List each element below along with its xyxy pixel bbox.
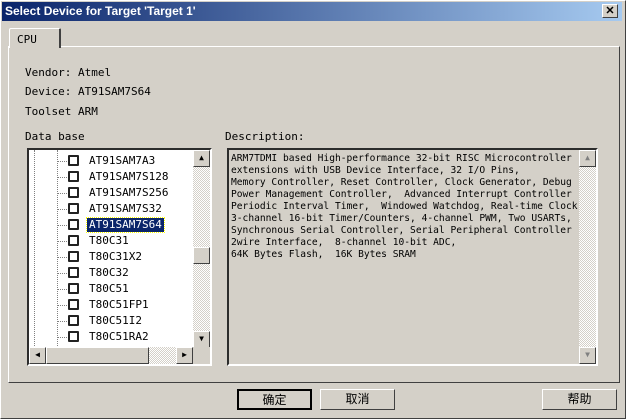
tab-cpu[interactable]: CPU [9, 28, 61, 48]
tree-item-label: T80C51RA2 [89, 330, 149, 343]
description-text: ARM7TDMI based High-performance 32-bit R… [231, 153, 578, 260]
tree-item[interactable]: T80C51I2 [29, 313, 199, 329]
chip-icon [68, 235, 79, 246]
tree-item-label: T80C32 [89, 266, 129, 279]
tree-item[interactable]: T80C51RA2 [29, 329, 199, 345]
help-button[interactable]: 帮助 [542, 389, 617, 410]
title-bar: Select Device for Target 'Target 1' ✕ [2, 2, 622, 21]
chip-icon [68, 299, 79, 310]
tree-item[interactable]: T80C32 [29, 265, 199, 281]
scroll-corner [193, 347, 210, 364]
scroll-thumb[interactable] [46, 347, 149, 364]
tree-item-label: AT91SAM7S256 [89, 186, 169, 199]
tree-item[interactable]: T80C31 [29, 233, 199, 249]
tree-item-label: T80C51I2 [89, 314, 142, 327]
tree-connector [57, 241, 67, 242]
tree-item[interactable]: T80C31X2 [29, 249, 199, 265]
description-box[interactable]: ARM7TDMI based High-performance 32-bit R… [227, 148, 598, 366]
tree-connector [57, 209, 67, 210]
tree-connector [57, 337, 67, 338]
toolset-label: Toolset [25, 105, 72, 118]
tree-connector [57, 321, 67, 322]
scroll-left-icon[interactable]: ◀ [29, 347, 46, 364]
tree-connector [57, 161, 67, 162]
cancel-button[interactable]: 取消 [320, 389, 395, 410]
tab-label: CPU [17, 33, 37, 46]
tree-item[interactable]: AT91SAM7S64 [29, 217, 199, 233]
tree-connector [57, 225, 67, 226]
chip-icon [68, 315, 79, 326]
tree-item-label: T80C31 [89, 234, 129, 247]
tree-connector [57, 305, 67, 306]
chip-icon [68, 331, 79, 342]
toolset-value: ARM [78, 105, 98, 118]
vendor-label: Vendor: [25, 66, 72, 79]
scroll-right-icon[interactable]: ▶ [176, 347, 193, 364]
tree-connector [57, 177, 67, 178]
chip-icon [68, 155, 79, 166]
tree-item-label: AT91SAM7S64 [86, 217, 165, 233]
tree-item-label: T80C51 [89, 282, 129, 295]
tree-connector [57, 257, 67, 258]
vendor-value: Atmel [78, 66, 112, 79]
chip-icon [68, 283, 79, 294]
window-title: Select Device for Target 'Target 1' [5, 4, 196, 18]
tree-vertical-scrollbar[interactable]: ▲ ▼ [193, 150, 210, 348]
description-label: Description: [225, 130, 305, 143]
chip-icon [68, 171, 79, 182]
scroll-down-icon[interactable]: ▼ [193, 331, 210, 348]
tree-item[interactable]: AT91SAM7S128 [29, 169, 199, 185]
tree-item[interactable]: AT91SAM7A3 [29, 153, 199, 169]
scroll-up-icon[interactable]: ▲ [193, 150, 210, 167]
database-label: Data base [25, 130, 85, 143]
scroll-thumb[interactable] [193, 247, 210, 264]
tree-connector [57, 193, 67, 194]
tree-item[interactable]: T80C51 [29, 281, 199, 297]
tree-connector [57, 289, 67, 290]
tree-item-label: AT91SAM7S32 [89, 202, 162, 215]
chip-icon [68, 219, 79, 230]
scroll-down-icon[interactable]: ▼ [579, 347, 596, 364]
device-value: AT91SAM7S64 [78, 85, 151, 98]
tree-connector [57, 273, 67, 274]
tree-item-label: T80C51FP1 [89, 298, 149, 311]
chip-icon [68, 251, 79, 262]
chip-icon [68, 267, 79, 278]
description-scrollbar[interactable]: ▲ ▼ [579, 150, 596, 364]
tree-item-label: AT91SAM7S128 [89, 170, 169, 183]
tree-item[interactable]: T80C51FP1 [29, 297, 199, 313]
device-label: Device: [25, 85, 72, 98]
tree-item[interactable]: AT91SAM7S32 [29, 201, 199, 217]
device-tree[interactable]: AT91SAM7A3 AT91SAM7S128 AT91SAM7S256 AT91SA… [27, 148, 212, 366]
chip-icon [68, 203, 79, 214]
ok-button[interactable]: 确定 [237, 389, 312, 410]
tree-item-label: AT91SAM7A3 [89, 154, 156, 167]
tree-item[interactable]: AT91SAM7S256 [29, 185, 199, 201]
chip-icon [68, 187, 79, 198]
tree-item-label: T80C31X2 [89, 250, 142, 263]
close-icon[interactable]: ✕ [602, 4, 618, 18]
tree-horizontal-scrollbar[interactable]: ◀ ▶ [29, 347, 193, 364]
scroll-up-icon[interactable]: ▲ [579, 150, 596, 167]
